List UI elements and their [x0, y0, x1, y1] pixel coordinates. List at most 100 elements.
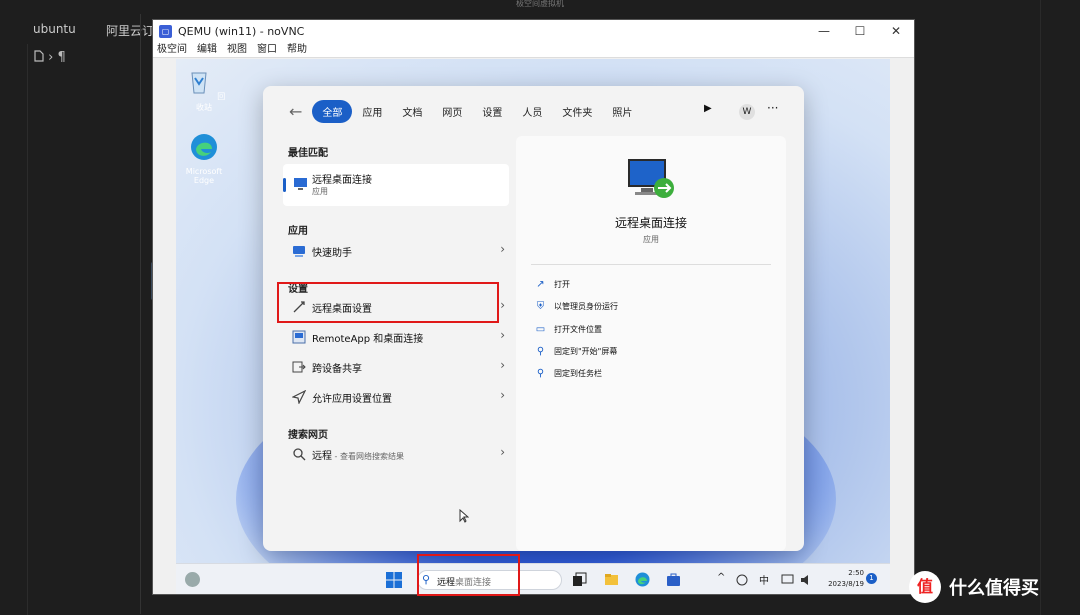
minimize-button[interactable]: — [806, 20, 842, 42]
best-match-title: 远程桌面连接 [312, 175, 372, 186]
menu-view[interactable]: 视图 [227, 42, 247, 57]
watermark-text: 什么值得买 [949, 578, 1039, 599]
detail-divider [531, 264, 771, 265]
volume-icon[interactable] [800, 574, 813, 586]
result-quick-assist[interactable]: 快速助手 › [283, 238, 509, 264]
menu-edit[interactable]: 编辑 [197, 42, 217, 57]
share-icon [292, 361, 306, 373]
filter-all[interactable]: 全部 [312, 99, 353, 123]
filter-documents[interactable]: 文档 [392, 100, 432, 123]
chevron-right-icon[interactable]: › [500, 358, 505, 372]
pin-icon: ⚲ [536, 345, 545, 357]
result-app-location[interactable]: 允许应用设置位置 › [283, 384, 509, 410]
tray-overflow-icon[interactable]: ^ [717, 572, 725, 583]
taskbar-clock[interactable]: 2:50 2023/8/19 [824, 568, 864, 590]
novnc-titlebar: ▢ QEMU (win11) - noVNC — ☐ ✕ [153, 20, 914, 42]
action-label: 以管理员身份运行 [554, 301, 618, 311]
menu-zspace[interactable]: 极空间 [157, 42, 187, 57]
action-pin-to-start[interactable]: ⚲ 固定到"开始"屏幕 [535, 343, 618, 359]
close-button[interactable]: ✕ [878, 20, 914, 42]
menu-window[interactable]: 窗口 [257, 42, 277, 57]
notification-badge[interactable]: 1 [866, 573, 877, 584]
display-icon[interactable] [781, 574, 794, 586]
results-list: 最佳匹配 远程桌面连接 应用 应用 快速助手 › 设置 远程桌面设置 › Rem… [281, 136, 511, 551]
windows-taskbar: ⚲ 远程桌面连接 ^ 中 2:50 2023/8/19 1 [176, 563, 890, 594]
action-label: 固定到任务栏 [554, 368, 602, 378]
task-view-icon[interactable] [572, 572, 587, 587]
chevron-right-icon[interactable]: › [500, 242, 505, 256]
host-divider-right [1040, 0, 1041, 615]
action-run-as-admin[interactable]: ⛨ 以管理员身份运行 [535, 298, 618, 314]
filter-folders[interactable]: 文件夹 [552, 100, 602, 123]
network-icon[interactable] [736, 574, 748, 586]
weather-widget-icon[interactable] [185, 572, 200, 587]
maximize-button[interactable]: ☐ [842, 20, 878, 42]
search-icon [293, 448, 306, 461]
remoteapp-icon [292, 330, 306, 344]
mouse-cursor-icon [459, 509, 469, 523]
chevron-right-icon[interactable]: › [500, 388, 505, 402]
more-options-icon[interactable]: ··· [767, 101, 778, 115]
filter-apps[interactable]: 应用 [352, 100, 392, 123]
host-tab-ubuntu[interactable]: ubuntu [33, 22, 76, 36]
host-window-title: 极空间虚拟机 [516, 0, 564, 8]
ime-indicator[interactable]: 中 [759, 572, 769, 587]
host-divider [140, 14, 141, 614]
filter-settings[interactable]: 设置 [472, 100, 512, 123]
result-detail-pane: 远程桌面连接 应用 ↗ 打开 ⛨ 以管理员身份运行 ▭ 打开文件位置 ⚲ 固定到… [516, 136, 786, 551]
chevron-right-icon[interactable]: › [500, 298, 505, 312]
action-open-file-location[interactable]: ▭ 打开文件位置 [535, 321, 602, 337]
result-remoteapp[interactable]: RemoteApp 和桌面连接 › [283, 324, 509, 350]
host-breadcrumb: › ¶ [34, 50, 66, 65]
action-label: 打开 [554, 279, 570, 289]
action-label: 打开文件位置 [554, 324, 602, 334]
pin-icon: ⚲ [536, 367, 545, 379]
action-pin-to-taskbar[interactable]: ⚲ 固定到任务栏 [535, 365, 602, 381]
windows-start-icon[interactable] [386, 572, 402, 588]
filter-photos[interactable]: 照片 [602, 100, 642, 123]
edge-icon [191, 134, 217, 160]
web-search-heading: 搜索网页 [288, 430, 328, 441]
host-tab-bar: ubuntu 阿里云订 [0, 14, 160, 44]
chevron-right-icon[interactable]: › [500, 445, 505, 459]
watermark-logo: 值 [909, 571, 941, 603]
shield-icon: ⛨ [536, 300, 545, 312]
edge-taskbar-icon[interactable] [635, 572, 650, 587]
clock-time: 2:50 [848, 569, 864, 577]
avatar[interactable]: W [739, 104, 755, 120]
filter-people[interactable]: 人员 [512, 100, 552, 123]
novnc-window-title: QEMU (win11) - noVNC [178, 24, 305, 38]
site-watermark: 值 什么值得买 [909, 571, 1039, 603]
recycle-bin-icon [191, 72, 207, 94]
result-web-search[interactable]: 远程 - 查看网络搜索结果 › [283, 441, 509, 467]
breadcrumb-item[interactable]: ¶ [57, 50, 65, 65]
filter-web[interactable]: 网页 [432, 100, 472, 123]
open-icon: ↗ [536, 278, 545, 290]
host-tab-aliyun[interactable]: 阿里云订 [106, 22, 154, 39]
desktop-icon-label: Microsoft Edge [185, 167, 223, 185]
result-cross-device-sharing[interactable]: 跨设备共享 › [283, 354, 509, 380]
desktop-icon-edge[interactable]: Microsoft Edge [179, 131, 229, 185]
file-icon [34, 50, 44, 62]
clock-date: 2023/8/19 [828, 580, 864, 588]
location-icon [292, 390, 306, 404]
file-explorer-icon[interactable] [604, 572, 619, 587]
action-open[interactable]: ↗ 打开 [535, 276, 570, 292]
folder-icon: ▭ [535, 323, 546, 335]
menu-help[interactable]: 帮助 [287, 42, 307, 57]
best-match-item[interactable]: 远程桌面连接 应用 [283, 164, 509, 206]
result-label: 远程 - 查看网络搜索结果 [312, 447, 404, 462]
host-sidebar [0, 44, 28, 615]
search-filter-bar: ← 全部 应用 文档 网页 设置 人员 文件夹 照片 [263, 86, 804, 136]
best-match-subtitle: 应用 [312, 187, 328, 196]
desktop-icon-recycle-bin[interactable]: 回收站 [179, 65, 229, 113]
quick-assist-icon [293, 246, 305, 257]
chevron-right-icon[interactable]: › [500, 328, 505, 342]
detail-subtitle: 应用 [643, 235, 659, 244]
back-arrow-icon[interactable]: ← [289, 102, 302, 121]
store-icon[interactable] [666, 572, 681, 587]
play-icon[interactable]: ▶ [704, 103, 712, 114]
apps-heading: 应用 [288, 226, 308, 237]
remote-desktop-icon [294, 178, 307, 190]
result-label: 跨设备共享 [312, 364, 362, 375]
